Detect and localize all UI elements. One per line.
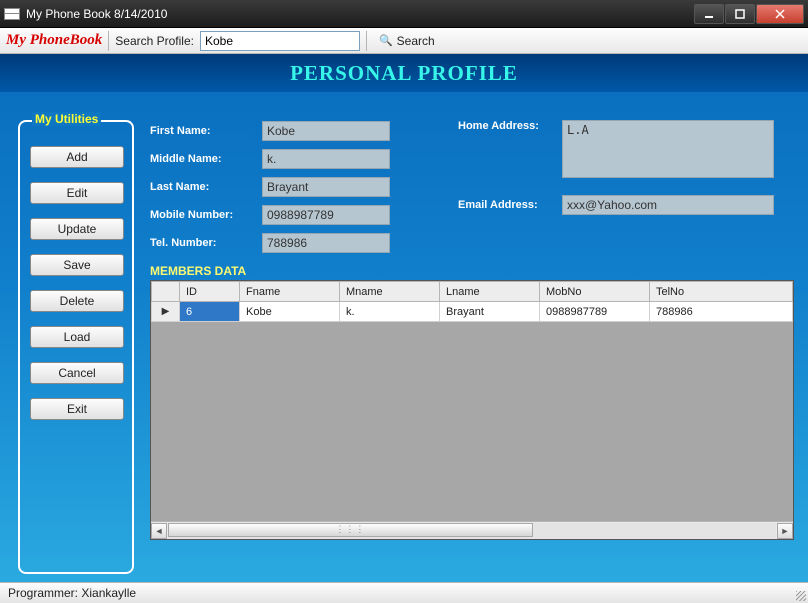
search-button-label: Search — [397, 34, 435, 48]
col-mname[interactable]: Mname — [340, 282, 440, 302]
scroll-right-icon[interactable]: ► — [777, 523, 793, 539]
cell-fname[interactable]: Kobe — [240, 302, 340, 322]
col-lname[interactable]: Lname — [440, 282, 540, 302]
last-name-field[interactable] — [262, 177, 390, 197]
cancel-button[interactable]: Cancel — [30, 362, 124, 384]
save-button[interactable]: Save — [30, 254, 124, 276]
window-title: My Phone Book 8/14/2010 — [26, 7, 693, 21]
page-title: PERSONAL PROFILE — [290, 61, 518, 86]
scroll-left-icon[interactable]: ◄ — [151, 523, 167, 539]
form-area: First Name: Middle Name: Last Name: Mobi… — [150, 120, 794, 574]
statusbar: Programmer: Xiankaylle — [0, 582, 808, 603]
minimize-button[interactable] — [694, 4, 724, 24]
content-area: My Utilities Add Edit Update Save Delete… — [0, 92, 808, 582]
search-input[interactable] — [200, 31, 360, 51]
toolbar-separator — [108, 31, 109, 51]
window-icon — [4, 8, 20, 20]
titlebar: My Phone Book 8/14/2010 — [0, 0, 808, 28]
row-indicator-icon: ▶ — [152, 302, 180, 322]
cell-telno[interactable]: 788986 — [650, 302, 793, 322]
members-grid[interactable]: ID Fname Mname Lname MobNo TelNo ▶ 6 Kob — [150, 280, 794, 540]
last-name-label: Last Name: — [150, 181, 262, 193]
middle-name-field[interactable] — [262, 149, 390, 169]
scroll-track[interactable]: ⋮⋮⋮ — [168, 523, 776, 539]
exit-button[interactable]: Exit — [30, 398, 124, 420]
search-icon: 🔍 — [379, 34, 393, 47]
middle-name-label: Middle Name: — [150, 153, 262, 165]
cell-mobno[interactable]: 0988987789 — [540, 302, 650, 322]
table-row[interactable]: ▶ 6 Kobe k. Brayant 0988987789 788986 — [152, 302, 793, 322]
home-address-field[interactable] — [562, 120, 774, 178]
close-button[interactable] — [756, 4, 804, 24]
toolbar: My PhoneBook Search Profile: 🔍 Search — [0, 28, 808, 54]
status-text: Programmer: Xiankaylle — [8, 586, 136, 600]
tel-number-label: Tel. Number: — [150, 237, 262, 249]
first-name-field[interactable] — [262, 121, 390, 141]
utilities-panel: My Utilities Add Edit Update Save Delete… — [18, 120, 134, 574]
maximize-button[interactable] — [725, 4, 755, 24]
cell-mname[interactable]: k. — [340, 302, 440, 322]
brand-label: My PhoneBook — [6, 32, 102, 49]
cell-id[interactable]: 6 — [180, 302, 240, 322]
grid-horizontal-scrollbar[interactable]: ◄ ⋮⋮⋮ ► — [151, 521, 793, 539]
home-address-label: Home Address: — [458, 120, 562, 132]
tel-number-field[interactable] — [262, 233, 390, 253]
cell-lname[interactable]: Brayant — [440, 302, 540, 322]
update-button[interactable]: Update — [30, 218, 124, 240]
load-button[interactable]: Load — [30, 326, 124, 348]
scroll-thumb[interactable]: ⋮⋮⋮ — [168, 523, 533, 537]
grid-header-row: ID Fname Mname Lname MobNo TelNo — [152, 282, 793, 302]
header-band: PERSONAL PROFILE — [0, 54, 808, 92]
first-name-label: First Name: — [150, 125, 262, 137]
col-telno[interactable]: TelNo — [650, 282, 793, 302]
members-data-label: MEMBERS DATA — [150, 264, 794, 278]
col-mobno[interactable]: MobNo — [540, 282, 650, 302]
mobile-number-field[interactable] — [262, 205, 390, 225]
toolbar-separator — [366, 31, 367, 51]
mobile-number-label: Mobile Number: — [150, 209, 262, 221]
utilities-group-label: My Utilities — [32, 112, 101, 126]
col-id[interactable]: ID — [180, 282, 240, 302]
add-button[interactable]: Add — [30, 146, 124, 168]
search-profile-label: Search Profile: — [115, 34, 194, 48]
grid-corner — [152, 282, 180, 302]
email-address-field[interactable] — [562, 195, 774, 215]
edit-button[interactable]: Edit — [30, 182, 124, 204]
search-button[interactable]: 🔍 Search — [373, 31, 441, 51]
email-address-label: Email Address: — [458, 199, 562, 211]
col-fname[interactable]: Fname — [240, 282, 340, 302]
delete-button[interactable]: Delete — [30, 290, 124, 312]
